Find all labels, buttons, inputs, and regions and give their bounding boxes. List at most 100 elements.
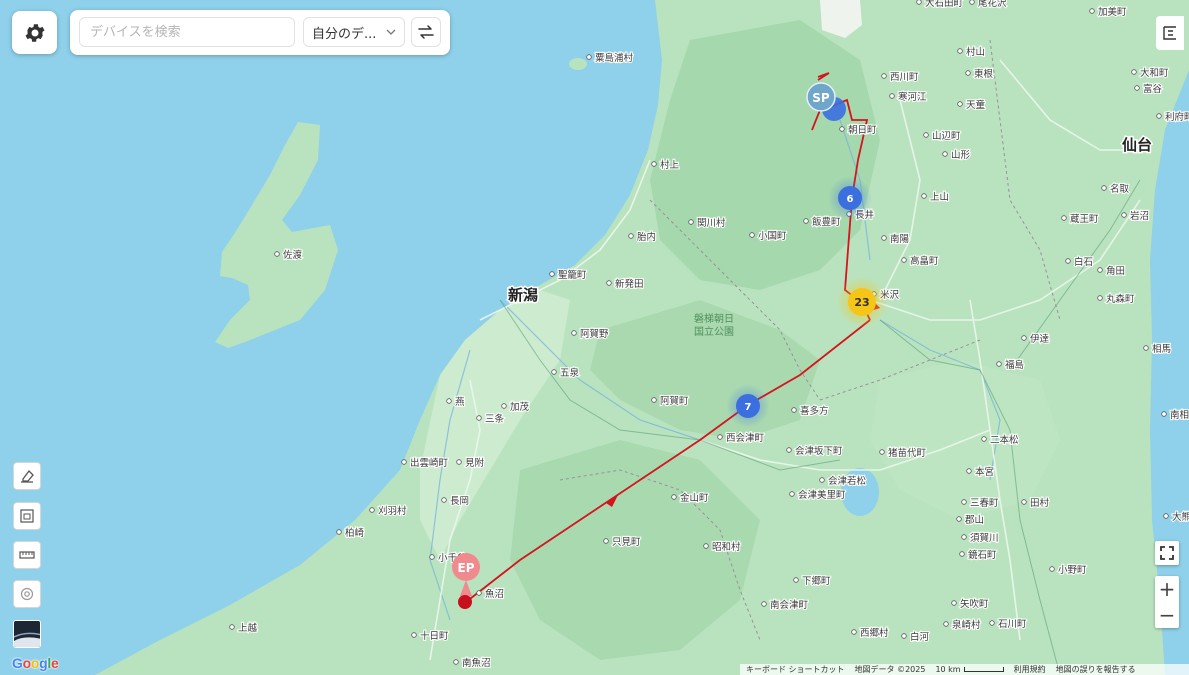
city-label: 只見町 <box>612 537 641 548</box>
settings-outline-icon <box>20 587 34 601</box>
city-dot <box>651 397 657 403</box>
city-label: 粟島浦村 <box>595 52 634 64</box>
city-label: 朝日町 <box>848 125 877 136</box>
satellite-layer-button[interactable] <box>13 620 41 648</box>
city-label: 下郷町 <box>802 576 831 587</box>
city-label: 三条 <box>485 413 505 425</box>
city-label: 昭和村 <box>712 541 741 553</box>
city-label: 佐渡 <box>283 249 303 261</box>
city-label: 会津坂下町 <box>795 445 843 457</box>
city-label: 鏡石町 <box>968 549 997 561</box>
city-dot <box>603 538 609 544</box>
zoom-out-button[interactable]: − <box>1155 602 1179 628</box>
city-dot <box>586 54 592 60</box>
fullscreen-icon <box>1160 546 1174 560</box>
city-label: 東根 <box>974 68 994 80</box>
route-info-icon <box>1163 26 1176 40</box>
city-label: 山形 <box>951 149 971 161</box>
zoom-in-button[interactable]: + <box>1155 576 1179 602</box>
city-label: 蔵王町 <box>1070 213 1099 225</box>
keyboard-shortcuts-link[interactable]: キーボード ショートカット <box>746 664 845 675</box>
city-dot <box>446 398 452 404</box>
city-dot <box>1121 212 1127 218</box>
map-canvas[interactable]: 新潟仙台福島郡山新発田村上聖籠町阿賀野五泉加茂三条燕見附長岡出雲崎町刈羽村柏崎小… <box>0 0 1189 675</box>
swap-button[interactable] <box>411 17 441 47</box>
city-label: 南陽 <box>890 233 910 245</box>
city-label: 十日町 <box>420 630 449 642</box>
swap-arrows-icon <box>418 25 434 39</box>
frame-button[interactable] <box>13 502 41 530</box>
city-dot <box>901 633 907 639</box>
scale-text: 10 km <box>935 665 961 674</box>
cluster-count: 6 <box>847 194 854 205</box>
device-search-input[interactable] <box>79 17 295 47</box>
city-dot <box>671 494 677 500</box>
city-dot <box>901 257 907 263</box>
frame-icon <box>20 509 34 523</box>
city-label: 見附 <box>465 457 485 469</box>
city-dot <box>1156 113 1162 119</box>
city-label: 加美町 <box>1098 6 1127 18</box>
city-dot <box>957 48 963 54</box>
city-label: 関川村 <box>697 217 726 229</box>
city-dot <box>274 251 280 257</box>
city-label: 矢吹町 <box>960 598 989 610</box>
scale-bar <box>963 667 1004 672</box>
city-label: 富谷 <box>1143 83 1163 95</box>
terms-link[interactable]: 利用規約 <box>1014 664 1046 675</box>
settings-button[interactable] <box>12 11 57 54</box>
city-label: 白河 <box>910 631 930 643</box>
route-info-button[interactable] <box>1156 16 1184 50</box>
settings-outline-button[interactable] <box>13 580 41 608</box>
city-dot <box>703 543 709 549</box>
city-label: 五泉 <box>560 367 580 379</box>
city-dot <box>1021 499 1027 505</box>
city-label: 長岡 <box>450 496 469 507</box>
city-dot <box>401 459 407 465</box>
city-label: 燕 <box>455 396 465 408</box>
city-label: 魚沼 <box>485 588 504 600</box>
city-label: 南会津町 <box>770 599 809 611</box>
city-dot <box>551 369 557 375</box>
city-dot <box>369 507 375 513</box>
cluster-marker-23[interactable]: 23 <box>836 276 888 328</box>
city-label: 新潟 <box>508 286 538 304</box>
city-label: 上越 <box>238 622 258 634</box>
city-dot <box>793 577 799 583</box>
city-dot <box>969 0 975 5</box>
city-dot <box>961 499 967 505</box>
city-label: 大熊町 <box>1172 511 1189 523</box>
city-label: 小野町 <box>1058 565 1087 576</box>
city-label: 胎内 <box>637 231 656 243</box>
eraser-button[interactable] <box>13 462 41 490</box>
city-label: 仙台 <box>1122 136 1152 154</box>
city-label: 利府町 <box>1165 111 1189 123</box>
city-label: 喜多方 <box>800 405 829 417</box>
city-dot <box>1089 8 1095 14</box>
city-dot <box>429 554 435 560</box>
city-label: 福島 <box>1005 359 1024 371</box>
report-error-link[interactable]: 地図の誤りを報告する <box>1056 664 1136 675</box>
city-label: 丸森町 <box>1106 293 1135 305</box>
cluster-marker-7[interactable]: 7 <box>726 384 770 428</box>
city-dot <box>453 659 459 665</box>
city-dot <box>921 193 927 199</box>
city-dot <box>441 497 447 503</box>
city-label: 村山 <box>966 46 985 58</box>
city-label: 加茂 <box>510 401 530 413</box>
city-dot <box>959 551 965 557</box>
device-filter-value: 自分のデ... <box>312 26 377 42</box>
city-dot <box>456 459 462 465</box>
city-dot <box>789 491 795 497</box>
ruler-button[interactable] <box>13 541 41 569</box>
city-dot <box>571 330 577 336</box>
fullscreen-button[interactable] <box>1155 541 1179 565</box>
google-logo: Google <box>12 655 59 671</box>
cluster-marker-6[interactable]: 6 <box>828 176 872 220</box>
city-dot <box>1161 411 1167 417</box>
city-label: 小国町 <box>758 231 787 242</box>
city-label: 田村 <box>1030 497 1050 509</box>
device-filter-select[interactable]: 自分のデ... <box>303 17 405 47</box>
city-label: 郡山 <box>965 515 984 526</box>
city-dot <box>606 280 612 286</box>
